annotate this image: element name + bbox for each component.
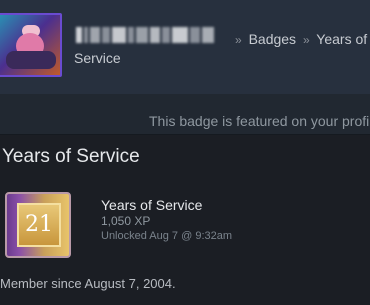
badge-xp: 1,050 XP [101, 214, 151, 228]
badge-number: 21 [17, 203, 61, 247]
breadcrumb: » Badges » Years of [232, 31, 367, 47]
badge-unlocked-date: Unlocked Aug 7 @ 9:32am [101, 230, 233, 242]
breadcrumb-badges-link[interactable]: Badges [249, 31, 296, 47]
member-since: Member since August 7, 2004. [0, 276, 176, 291]
badge-icon: 21 [5, 192, 71, 258]
page-title: Years of Service [2, 146, 140, 167]
divider [0, 134, 370, 135]
breadcrumb-current-continued: Service [74, 50, 121, 66]
badge-name: Years of Service [101, 197, 203, 213]
username-redacted[interactable] [76, 27, 226, 45]
breadcrumb-separator: » [302, 33, 310, 47]
featured-notice: This badge is featured on your profile [149, 113, 370, 129]
breadcrumb-current: Years of [316, 31, 368, 47]
breadcrumb-separator: » [235, 33, 242, 47]
avatar-art-body [6, 51, 56, 69]
user-avatar[interactable] [0, 13, 62, 77]
